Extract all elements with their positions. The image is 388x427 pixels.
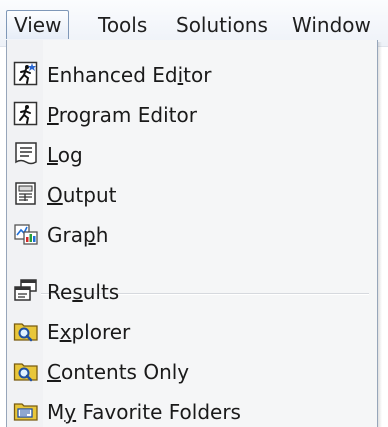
menu-tools-label: Tools bbox=[98, 13, 148, 37]
view-dropdown-menu: Enhanced Editor Program Editor Log Outpu… bbox=[6, 40, 378, 427]
menu-item-enhanced-editor-label: Enhanced Editor bbox=[47, 63, 212, 87]
menu-view-label: View bbox=[14, 13, 62, 37]
menu-tools[interactable]: Tools bbox=[98, 11, 147, 39]
program-editor-icon bbox=[13, 101, 39, 127]
output-icon bbox=[13, 181, 39, 207]
menu-item-contents-only[interactable]: Contents Only bbox=[7, 352, 377, 390]
log-icon bbox=[13, 141, 39, 167]
menu-item-program-editor[interactable]: Program Editor bbox=[7, 95, 377, 133]
menu-item-graph-label: Graph bbox=[47, 223, 109, 247]
menu-window[interactable]: Window bbox=[292, 11, 371, 39]
explorer-icon bbox=[13, 318, 39, 344]
menu-item-explorer[interactable]: Explorer bbox=[7, 312, 377, 350]
menu-item-program-editor-label: Program Editor bbox=[47, 103, 197, 127]
menu-item-results[interactable]: Results bbox=[7, 272, 377, 310]
menu-item-log[interactable]: Log bbox=[7, 135, 377, 173]
results-icon bbox=[13, 278, 39, 304]
menu-item-output-label: Output bbox=[47, 183, 117, 207]
contents-only-icon bbox=[13, 358, 39, 384]
menu-solutions[interactable]: Solutions bbox=[176, 11, 268, 39]
menu-item-my-favorite-folders[interactable]: My Favorite Folders bbox=[7, 392, 377, 427]
menu-item-results-label: Results bbox=[47, 280, 120, 304]
menu-item-my-favorite-folders-label: My Favorite Folders bbox=[47, 400, 241, 424]
menu-solutions-label: Solutions bbox=[176, 13, 268, 37]
menu-item-enhanced-editor[interactable]: Enhanced Editor bbox=[7, 55, 377, 93]
menu-item-log-label: Log bbox=[47, 143, 83, 167]
menu-item-output[interactable]: Output bbox=[7, 175, 377, 213]
enhanced-editor-icon bbox=[13, 61, 39, 87]
menu-item-graph[interactable]: Graph bbox=[7, 215, 377, 253]
menu-item-contents-only-label: Contents Only bbox=[47, 360, 190, 384]
menu-view[interactable]: View bbox=[6, 10, 70, 39]
menu-window-label: Window bbox=[292, 13, 371, 37]
sas-view-menu-screen: View Tools Solutions Window Enhanced Edi… bbox=[0, 0, 388, 427]
dropdown-shadow bbox=[378, 42, 382, 427]
graph-icon bbox=[13, 221, 39, 247]
favorite-folders-icon bbox=[13, 398, 39, 424]
menu-item-explorer-label: Explorer bbox=[47, 320, 131, 344]
